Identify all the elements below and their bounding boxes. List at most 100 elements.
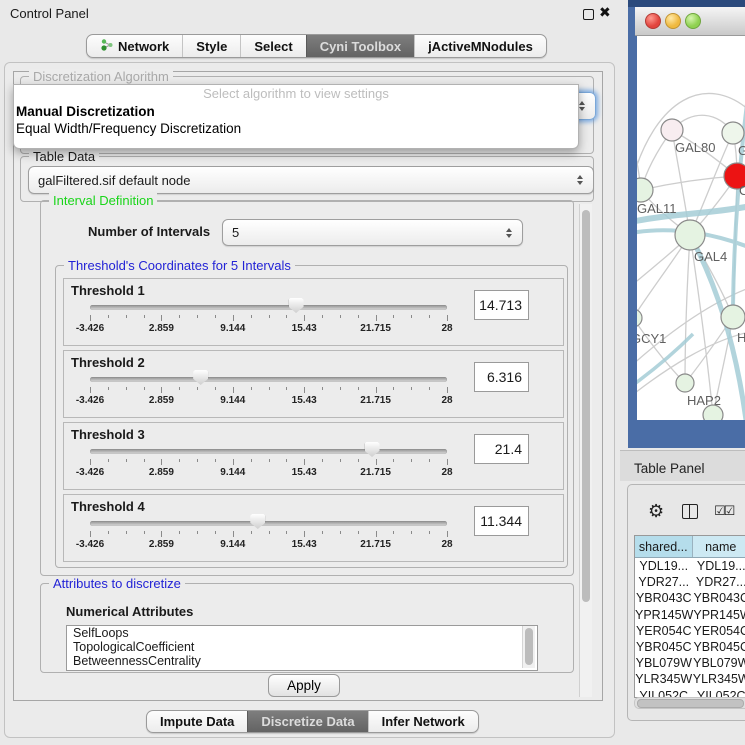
- zoom-light-icon[interactable]: [685, 13, 701, 29]
- cell-shared-name: YER054C: [635, 623, 693, 639]
- table-row[interactable]: YER054CYER054C: [635, 623, 745, 639]
- threshold-value-field[interactable]: 11.344: [474, 506, 529, 536]
- slider-tick: [429, 387, 430, 390]
- tab-select[interactable]: Select: [240, 35, 305, 57]
- table-panel-titlebar: Table Panel: [620, 450, 745, 481]
- threshold-slider-handle[interactable]: [250, 514, 265, 529]
- network-node[interactable]: [703, 405, 723, 420]
- table-row[interactable]: YBR045CYBR045C: [635, 639, 745, 655]
- tab-impute-data[interactable]: Impute Data: [147, 711, 247, 732]
- slider-tick: [108, 531, 109, 534]
- numerical-attributes-label: Numerical Attributes: [66, 604, 193, 619]
- slider-tick: [447, 387, 448, 393]
- dropdown-item-manual-discretization[interactable]: Manual Discretization: [14, 103, 578, 120]
- node-table[interactable]: shared... name YDL19...YDL19...YDR27...Y…: [634, 535, 745, 698]
- slider-tick: [144, 315, 145, 318]
- table-horizontal-scrollbar[interactable]: [634, 697, 745, 709]
- table-row[interactable]: YDR27...YDR27...: [635, 574, 745, 590]
- threshold-slider-track[interactable]: [90, 521, 447, 526]
- threshold-slider-handle[interactable]: [193, 370, 208, 385]
- slider-scale-label: 21.715: [360, 539, 391, 550]
- network-node-gal4[interactable]: [675, 220, 705, 250]
- threshold-value-field[interactable]: 14.713: [474, 290, 529, 320]
- network-canvas[interactable]: GAL80GCGAL11GAL4GCY1HHAP2: [637, 36, 745, 420]
- slider-tick: [304, 387, 305, 393]
- numerical-attributes-list[interactable]: SelfLoopsTopologicalCoefficientBetweenne…: [66, 625, 538, 671]
- list-vertical-scrollbar[interactable]: [522, 626, 535, 668]
- scrollbar-thumb[interactable]: [582, 210, 590, 602]
- threshold-slider-handle[interactable]: [365, 442, 380, 457]
- slider-tick: [161, 531, 162, 537]
- threshold-value-field[interactable]: 21.4: [474, 434, 529, 464]
- node-label: C: [739, 183, 745, 198]
- slider-tick: [340, 459, 341, 462]
- cell-name: YBL079W: [693, 655, 745, 671]
- close-icon[interactable]: ✖: [599, 4, 611, 21]
- list-item[interactable]: BetweennessCentrality: [67, 654, 537, 668]
- slider-tick: [429, 315, 430, 318]
- panel-vertical-scrollbar[interactable]: [579, 204, 592, 697]
- slider-tick: [269, 315, 270, 318]
- table-row[interactable]: YDL19...YDL19...: [635, 558, 745, 574]
- threshold-slider-track[interactable]: [90, 449, 447, 454]
- cell-shared-name: YLR345W: [635, 671, 693, 687]
- gear-icon[interactable]: ⚙: [648, 502, 664, 520]
- minimize-light-icon[interactable]: [665, 13, 681, 29]
- slider-tick: [411, 531, 412, 534]
- slider-tick: [393, 315, 394, 318]
- table-row[interactable]: YBL079WYBL079W: [635, 655, 745, 671]
- table-row[interactable]: YBR043CYBR043C: [635, 590, 745, 606]
- network-node-gcy1[interactable]: [637, 309, 642, 327]
- table-data-combobox[interactable]: galFiltered.sif default node: [28, 166, 594, 194]
- table-row[interactable]: YLR345WYLR345W: [635, 671, 745, 687]
- table-row[interactable]: YPR145WYPR145W: [635, 607, 745, 623]
- threshold-value-field[interactable]: 6.316: [474, 362, 529, 392]
- slider-tick: [322, 387, 323, 390]
- slider-tick: [179, 531, 180, 534]
- slider-tick: [90, 387, 91, 393]
- slider-tick: [376, 315, 377, 321]
- threshold-slider-handle[interactable]: [289, 298, 304, 313]
- cell-shared-name: YDR27...: [635, 574, 693, 590]
- network-node-gal80[interactable]: [661, 119, 683, 141]
- dropdown-item-equal-width-frequency[interactable]: Equal Width/Frequency Discretization: [14, 120, 578, 137]
- list-item[interactable]: SelfLoops: [67, 626, 537, 640]
- scrollbar-thumb[interactable]: [637, 699, 744, 708]
- scrollbar-thumb[interactable]: [525, 628, 533, 665]
- network-node-g[interactable]: [722, 122, 744, 144]
- column-header-shared-name[interactable]: shared...: [635, 536, 693, 557]
- network-node-gal11[interactable]: [637, 178, 653, 202]
- close-light-icon[interactable]: [645, 13, 661, 29]
- float-window-icon[interactable]: [583, 9, 594, 20]
- network-window-titlebar[interactable]: [635, 7, 745, 36]
- network-node-h[interactable]: [721, 305, 745, 329]
- threshold-slider-track[interactable]: [90, 305, 447, 310]
- algorithm-group-title: Discretization Algorithm: [29, 69, 173, 84]
- node-label: H: [737, 330, 745, 345]
- network-icon: [100, 38, 113, 54]
- threshold-slider-track[interactable]: [90, 377, 447, 382]
- combo-stepper-icon: [571, 175, 593, 185]
- number-of-intervals-combobox[interactable]: 5: [222, 219, 523, 246]
- threshold-panel: Threshold 1-3.4262.8599.14415.4321.71528…: [63, 278, 564, 346]
- slider-tick: [376, 387, 377, 393]
- tab-discretize-data[interactable]: Discretize Data: [247, 711, 367, 732]
- tab-jactivemnodules[interactable]: jActiveMNodules: [414, 35, 546, 57]
- slider-tick: [358, 459, 359, 462]
- slider-tick: [161, 387, 162, 393]
- tab-cyni-toolbox[interactable]: Cyni Toolbox: [306, 35, 414, 57]
- interval-definition-title: Interval Definition: [49, 193, 157, 208]
- tab-infer-network[interactable]: Infer Network: [368, 711, 478, 732]
- column-header-name[interactable]: name: [693, 536, 745, 557]
- network-node-hap2[interactable]: [676, 374, 694, 392]
- slider-tick: [108, 459, 109, 462]
- tab-network[interactable]: Network: [87, 35, 182, 57]
- list-item[interactable]: TopologicalCoefficient: [67, 640, 537, 654]
- tab-style[interactable]: Style: [182, 35, 240, 57]
- slider-scale-label: 28: [441, 395, 452, 406]
- checkboxes-icon[interactable]: ☑☑: [714, 503, 733, 519]
- apply-button[interactable]: Apply: [268, 674, 340, 697]
- slider-tick: [411, 315, 412, 318]
- slider-tick: [197, 459, 198, 462]
- columns-icon[interactable]: [682, 504, 698, 519]
